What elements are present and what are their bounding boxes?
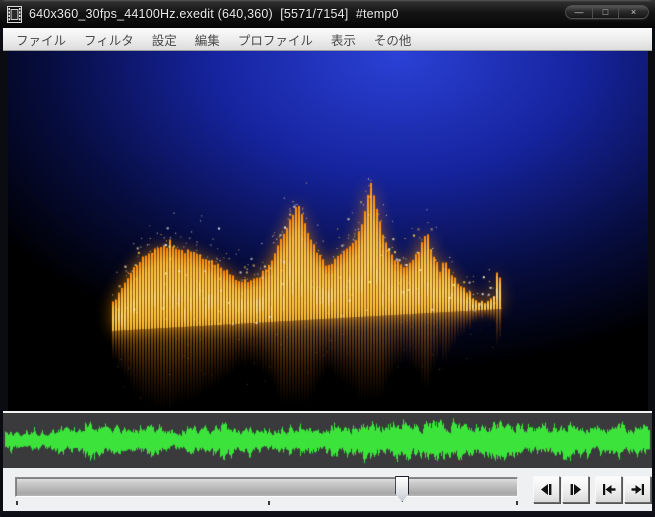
menu-item-0[interactable]: ファイル xyxy=(7,27,75,52)
slider-tick-0 xyxy=(16,501,18,505)
menu-item-4[interactable]: プロファイル xyxy=(229,27,322,52)
caption-button-group: — □ × xyxy=(565,5,649,19)
menu-item-3[interactable]: 編集 xyxy=(186,27,229,52)
menu-item-5[interactable]: 表示 xyxy=(322,27,365,52)
jump-start-icon xyxy=(601,482,617,497)
seek-slider-track[interactable] xyxy=(15,476,518,502)
close-button[interactable]: × xyxy=(619,5,649,19)
titlebar[interactable]: 640x360_30fps_44100Hz.exedit (640,360) [… xyxy=(0,0,655,28)
step-back-icon xyxy=(539,482,554,497)
maximize-button[interactable]: □ xyxy=(593,5,619,19)
jump-end-button[interactable] xyxy=(624,476,651,503)
slider-tick-1 xyxy=(267,501,270,505)
menu-bar: ファイル フィルタ 設定 編集 プロファイル 表示 その他 xyxy=(3,28,652,51)
slider-tick-2 xyxy=(516,501,518,505)
minimize-button[interactable]: — xyxy=(565,5,593,19)
step-forward-button[interactable] xyxy=(562,476,589,503)
jump-end-icon xyxy=(630,482,646,497)
window-bottom-border xyxy=(0,511,655,517)
transport-bar xyxy=(3,468,652,511)
seek-slider-thumb[interactable] xyxy=(395,476,410,502)
window-title: 640x360_30fps_44100Hz.exedit (640,360) [… xyxy=(29,7,399,21)
audio-waveform-canvas xyxy=(3,413,652,468)
step-forward-icon xyxy=(568,482,583,497)
aviutl-window: 640x360_30fps_44100Hz.exedit (640,360) [… xyxy=(0,0,655,517)
step-back-button[interactable] xyxy=(533,476,560,503)
filmstrip-icon[interactable] xyxy=(7,5,22,23)
jump-start-button[interactable] xyxy=(595,476,622,503)
menu-item-2[interactable]: 設定 xyxy=(143,27,186,52)
menu-item-1[interactable]: フィルタ xyxy=(75,27,143,52)
menu-item-6[interactable]: その他 xyxy=(365,27,421,52)
audio-waveform xyxy=(3,413,652,468)
spectrum-visualizer-canvas xyxy=(8,51,648,411)
video-preview xyxy=(8,51,648,411)
